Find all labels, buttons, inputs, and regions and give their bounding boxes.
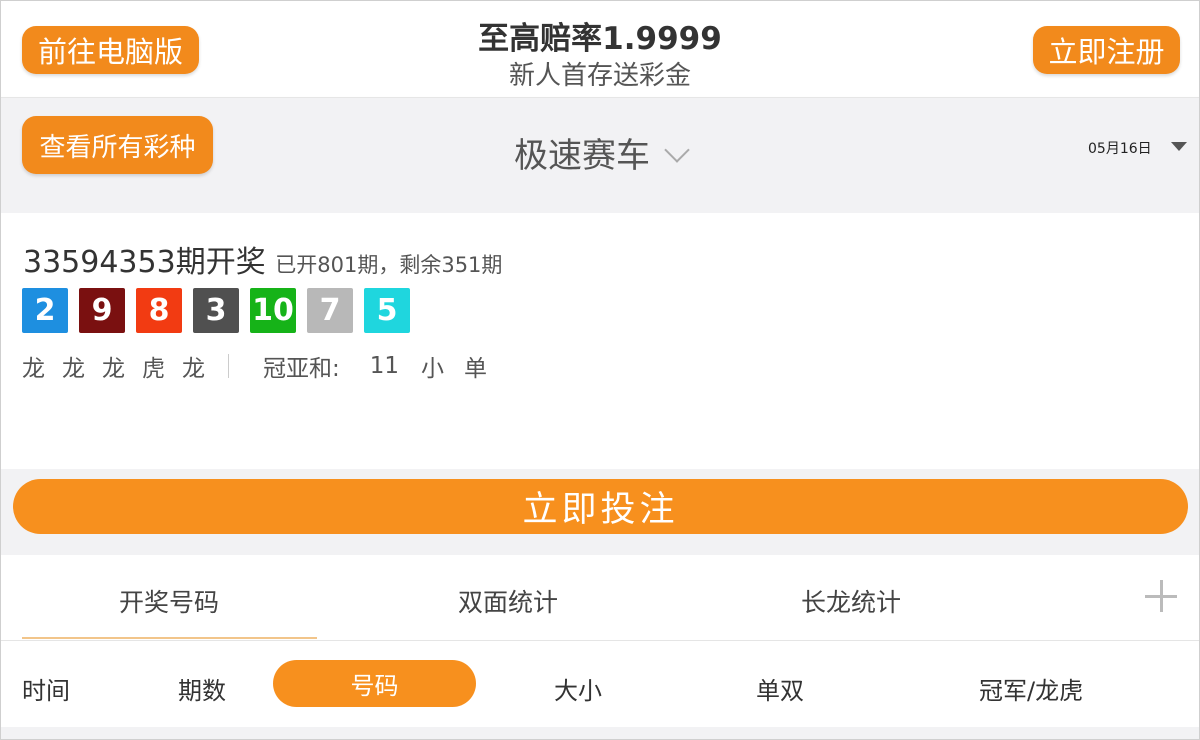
caret-down-icon[interactable] <box>1171 142 1187 151</box>
issue-progress: 已开801期，剩余351期 <box>275 253 503 277</box>
sub-tab-champion-dragon-tiger[interactable]: 冠军/龙虎 <box>979 671 1083 706</box>
bottom-divider <box>1 727 1199 739</box>
divider <box>228 354 229 378</box>
result-ball: 5 <box>364 288 410 333</box>
place-bet-button[interactable]: 立即投注 <box>13 479 1188 534</box>
issue-title: 33594353期开奖 已开801期，剩余351期 <box>23 237 502 281</box>
result-ball: 7 <box>307 288 353 333</box>
result-balls: 2 9 8 3 10 7 5 <box>22 288 410 333</box>
top-header: 前往电脑版 至高赔率1.9999 新人首存送彩金 立即注册 <box>1 1 1199 97</box>
stats-tabs: 开奖号码 双面统计 长龙统计 <box>1 555 1199 641</box>
dragon-tiger-result: 虎 <box>142 356 165 382</box>
page-frame: 前往电脑版 至高赔率1.9999 新人首存送彩金 立即注册 查看所有彩种 极速赛… <box>0 0 1200 740</box>
tab-draw-numbers[interactable]: 开奖号码 <box>119 583 219 619</box>
sum-size: 小 <box>421 356 445 382</box>
sub-tab-parity[interactable]: 单双 <box>756 671 804 706</box>
promo-title: 至高赔率1.9999 <box>478 21 722 57</box>
chevron-down-icon <box>664 137 690 163</box>
result-ball: 8 <box>136 288 182 333</box>
active-tab-indicator <box>22 637 317 639</box>
result-stats: 龙 龙 龙 虎 龙 冠亚和: 11 小 单 <box>22 349 487 383</box>
lottery-name: 极速赛车 <box>514 136 650 176</box>
promo-subtitle: 新人首存送彩金 <box>508 61 691 91</box>
sub-tab-number[interactable]: 号码 <box>273 660 476 707</box>
tab-streak-stats[interactable]: 长龙统计 <box>801 583 901 619</box>
dragon-tiger-result: 龙 <box>22 356 45 382</box>
sub-tabs: 时间 期数 号码 大小 单双 冠军/龙虎 <box>1 641 1199 727</box>
sub-tab-time[interactable]: 时间 <box>22 671 70 706</box>
sum-parity: 单 <box>464 356 488 382</box>
tab-two-sided-stats[interactable]: 双面统计 <box>458 583 558 619</box>
sub-tab-issue[interactable]: 期数 <box>178 671 226 706</box>
result-ball: 2 <box>22 288 68 333</box>
date-picker[interactable]: 05月16日 <box>1088 138 1152 158</box>
result-ball: 10 <box>250 288 296 333</box>
sum-value: 11 <box>369 353 400 379</box>
sum-label: 冠亚和: <box>263 356 340 382</box>
register-button[interactable]: 立即注册 <box>1033 26 1180 74</box>
plus-icon[interactable] <box>1145 580 1177 612</box>
dragon-tiger-result: 龙 <box>182 356 205 382</box>
lottery-selector-bar: 查看所有彩种 极速赛车 05月16日 <box>1 97 1199 194</box>
result-ball: 3 <box>193 288 239 333</box>
result-ball: 9 <box>79 288 125 333</box>
bet-section: 立即投注 <box>1 469 1199 555</box>
sub-tab-size[interactable]: 大小 <box>554 671 602 706</box>
lottery-dropdown[interactable]: 极速赛车 <box>1 128 1199 177</box>
dragon-tiger-result: 龙 <box>102 356 125 382</box>
section-gap <box>1 193 1199 213</box>
dragon-tiger-result: 龙 <box>62 356 85 382</box>
issue-number: 33594353期开奖 <box>23 245 266 280</box>
